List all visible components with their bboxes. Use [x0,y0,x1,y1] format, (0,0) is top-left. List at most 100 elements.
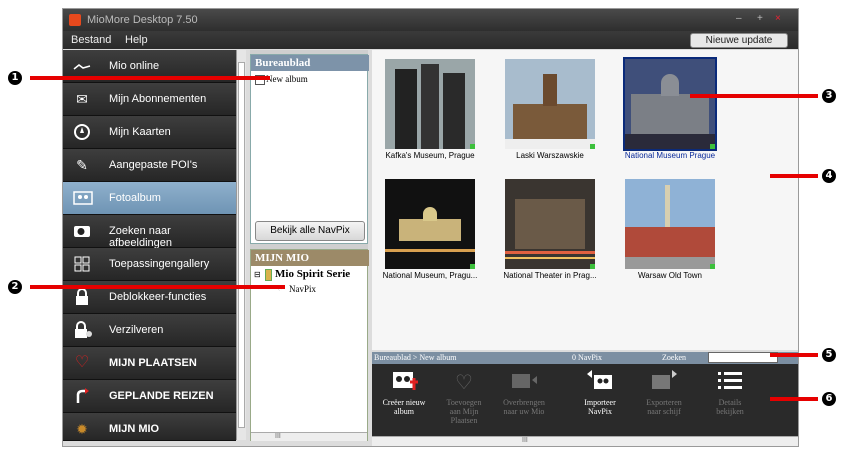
callout-6: 6 [822,392,836,406]
close-button[interactable]: × [775,13,781,24]
sidebar-item-label: Mijn Kaarten [109,126,171,138]
sidebar-item-label: Aangepaste POI's [109,159,198,171]
photo-caption: National Museum Prague [624,151,716,160]
mymio-panel: MIJN MIO ⊟ Mio Spirit Serie ◔ NavPix III [250,249,369,441]
import-icon [586,370,614,392]
search-label: Zoeken [662,353,686,362]
maximize-button[interactable]: + [757,13,763,24]
photo-caption: National Theater in Prag... [503,271,597,280]
create-album-icon [390,370,418,392]
sidebar-item-abonnementen[interactable]: ✉ Mijn Abonnementen [63,83,236,116]
photo-item[interactable]: National Theater in Prag... [495,175,605,285]
navpix-count: 0 NavPix [572,353,602,362]
tool-label: Toevoegen [446,398,482,407]
title-bar: MioMore Desktop 7.50 – + × [63,9,798,31]
album-new-album[interactable]: New album [266,74,308,84]
tool-label: Overbrengen [503,398,545,407]
sidebar-item-fotoalbum[interactable]: Fotoalbum [63,182,236,215]
action-toolbar: Creëer nieuw album ♡ Toevoegen aan Mijn Pl… [372,364,798,436]
gear-icon: ✹ [76,421,88,437]
sidebar-item-poi[interactable]: ✎ Aangepaste POI's [63,149,236,182]
navpix-item[interactable]: NavPix [289,284,316,294]
photo-item[interactable]: National Museum, Pragu... [375,175,485,285]
transfer-to-mio-button[interactable]: Overbrengen naar uw Mio [496,370,552,430]
view-details-button[interactable]: Details bekijken [702,370,758,430]
tool-label: Details [718,398,742,407]
album-pane: Bureaublad New album Bekijk alle NavPix … [250,50,369,441]
mymio-hscroll[interactable]: III [251,432,367,441]
sidebar-item-label: MIJN MIO [109,423,160,435]
photo-caption: Kafka's Museum, Prague [385,151,475,160]
photo-item[interactable]: Laski Warszawskie [495,55,605,165]
photo-thumbnail [505,179,595,269]
photo-item-selected[interactable]: National Museum Prague [615,55,725,165]
minimize-button[interactable]: – [736,13,742,24]
toolbar-hscroll[interactable]: III [372,436,798,446]
transfer-icon [510,370,538,392]
tool-label: naar schijf [647,407,681,416]
menu-bar: Bestand Help Nieuwe update [63,31,798,49]
mio-wave-icon [73,57,91,75]
device-icon [265,269,272,281]
photo-thumbnail [385,179,475,269]
sidebar-item-mijn-mio[interactable]: ✹ MIJN MIO [63,413,236,441]
sidebar-item-geplande-reizen[interactable]: GEPLANDE REIZEN [63,380,236,413]
add-to-places-button[interactable]: ♡ Toevoegen aan Mijn Plaatsen [436,370,492,430]
callout-3: 3 [822,89,836,103]
sidebar-item-label: Verzilveren [109,324,164,336]
menu-help[interactable]: Help [125,34,148,46]
lock-icon [73,288,91,306]
menu-file[interactable]: Bestand [71,34,111,46]
heart-icon: ♡ [74,354,90,371]
tool-label: bekijken [716,407,744,416]
callout-2: 2 [8,280,22,294]
callout-line-6 [770,397,818,401]
export-button[interactable]: Exporteren naar schijf [636,370,692,430]
sidebar-item-zoeken[interactable]: Zoeken naar afbeeldingen [63,215,236,249]
scroll-grip: III [522,437,528,444]
envelope-icon: ✉ [76,91,88,107]
search-input[interactable] [708,352,778,363]
lock-money-icon [73,321,92,339]
photo-item[interactable]: Warsaw Old Town [615,175,725,285]
photo-item[interactable]: Kafka's Museum, Prague [375,55,485,165]
view-all-navpix-button[interactable]: Bekijk alle NavPix [255,221,365,241]
callout-line-4 [770,174,818,178]
sidebar-item-label: MIJN PLAATSEN [109,357,197,369]
photo-caption: National Museum, Pragu... [382,271,478,280]
camera-icon [73,222,91,240]
mymio-header: MIJN MIO [251,250,369,266]
sidebar-item-verzilveren[interactable]: Verzilveren [63,314,236,347]
sidebar-item-label: GEPLANDE REIZEN [109,390,214,402]
sidebar-item-kaarten[interactable]: Mijn Kaarten [63,116,236,149]
import-navpix-button[interactable]: Importeer NavPix [572,370,628,430]
tree-expander[interactable]: ⊟ [254,270,261,279]
device-name[interactable]: Mio Spirit Serie [275,268,350,280]
tool-label: album [394,407,414,416]
sidebar-item-mijn-plaatsen[interactable]: ♡ MIJN PLAATSEN [63,347,236,380]
sidebar-item-label: Mijn Abonnementen [109,93,207,105]
sidebar-item-label: Toepassingengallery [109,258,210,270]
callout-line-1 [30,76,270,80]
create-album-button[interactable]: Creëer nieuw album [376,370,432,430]
callout-line-2 [30,285,285,289]
photo-thumbnail [385,59,475,149]
tool-label: Importeer [584,398,616,407]
sidebar-scrollbar[interactable] [236,50,246,440]
sidebar-item-gallery[interactable]: Toepassingengallery [63,248,236,281]
update-button[interactable]: Nieuwe update [690,33,788,48]
photo-thumbnail [505,59,595,149]
pen-icon: ✎ [76,157,88,173]
scrollbar-thumb[interactable] [238,62,245,428]
sidebar-nav: Mio online ✉ Mijn Abonnementen Mijn Kaar… [63,50,236,441]
heart-plus-icon: ♡ [455,372,473,394]
tool-label: Exporteren [646,398,682,407]
details-list-icon [716,370,744,392]
sidebar-item-label: Zoeken naar afbeeldingen [109,225,173,249]
callout-line-3 [690,94,818,98]
breadcrumb: Bureaublad > New album [374,353,457,362]
scroll-grip: III [275,433,281,440]
tool-label: Creëer nieuw [382,398,426,407]
tool-label: aan Mijn Plaatsen [449,407,479,425]
album-tree-panel: Bureaublad New album Bekijk alle NavPix [250,54,369,244]
